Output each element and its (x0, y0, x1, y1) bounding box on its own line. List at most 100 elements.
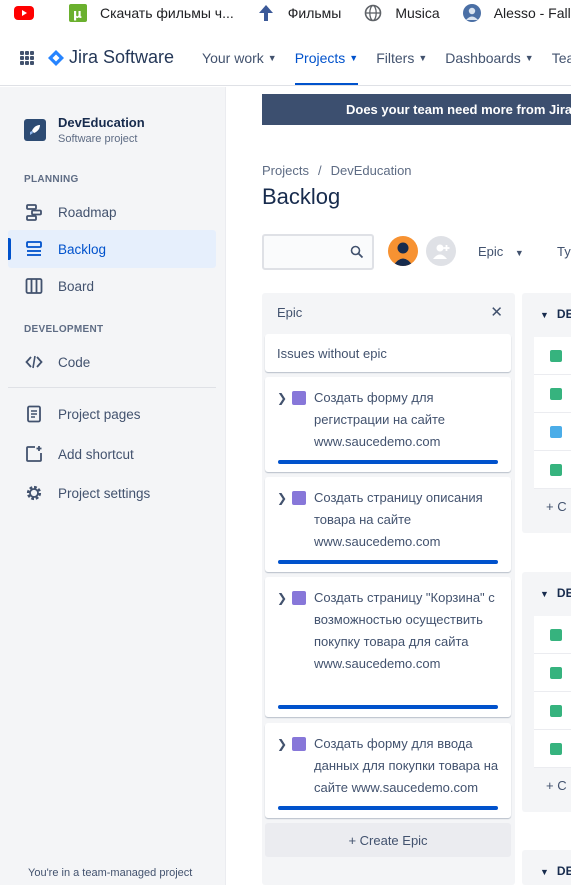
epic-progress-bar (278, 560, 498, 564)
bookmark-musica[interactable]: Musica (363, 3, 440, 23)
issue-row[interactable] (534, 730, 571, 768)
type-filter-dropdown[interactable]: Ty (557, 244, 571, 259)
epic-panel-title: Epic (277, 305, 303, 320)
utorrent-icon: µ (68, 3, 88, 23)
app-switcher-icon[interactable] (20, 50, 34, 65)
sprint-header[interactable]: ▼ DE (540, 864, 571, 878)
sidebar-item-label: Code (58, 354, 91, 370)
arrow-up-icon (256, 3, 276, 23)
epic-card[interactable]: ❯ Создать страницу описания товара на са… (265, 477, 511, 572)
epic-color-icon (292, 737, 306, 751)
chevron-down-icon: ▼ (540, 589, 549, 599)
sidebar-item-label: Project settings (58, 485, 151, 501)
search-input[interactable] (262, 234, 374, 270)
epic-progress-bar (278, 806, 498, 810)
epic-color-icon (292, 391, 306, 405)
globe-icon (363, 3, 383, 23)
issue-row[interactable] (534, 337, 571, 375)
add-shortcut-icon (24, 444, 44, 464)
svg-text:µ: µ (73, 7, 82, 21)
chevron-down-icon: ▼ (514, 248, 524, 258)
issue-row[interactable] (534, 451, 571, 489)
chevron-right-icon[interactable]: ❯ (277, 491, 287, 505)
user-avatar-icon (393, 242, 413, 266)
project-header[interactable]: DevEducation Software project (24, 115, 145, 145)
sidebar-item-label: Add shortcut (58, 446, 134, 462)
breadcrumb-project[interactable]: DevEducation (331, 163, 412, 178)
bookmark-films[interactable]: Фильмы (256, 3, 341, 23)
issue-row[interactable] (534, 616, 571, 654)
chevron-right-icon[interactable]: ❯ (277, 591, 287, 605)
bookmark-label: Musica (395, 5, 440, 21)
epic-filter-label: Epic (478, 244, 504, 259)
nav-your-work[interactable]: Your work ▼ (202, 30, 277, 85)
top-navigation: Jira Software Your work ▼ Projects ▼ Filte… (0, 30, 571, 86)
chevron-down-icon: ▼ (418, 52, 428, 63)
story-icon (550, 667, 562, 679)
page-icon (24, 404, 44, 424)
nav-label: Dashboards (445, 49, 521, 66)
code-icon (24, 352, 44, 372)
epic-filter-dropdown[interactable]: Epic ▼ (478, 244, 524, 259)
chevron-down-icon: ▼ (349, 52, 359, 63)
chevron-down-icon: ▼ (524, 52, 534, 63)
upgrade-banner[interactable]: Does your team need more from Jira? (262, 94, 571, 125)
story-icon (550, 388, 562, 400)
breadcrumb: Projects / DevEducation (262, 163, 412, 178)
project-type: Software project (58, 133, 138, 145)
nav-label: Teams (551, 49, 571, 66)
close-icon[interactable]: ✕ (490, 303, 503, 321)
create-issue-button[interactable]: + C (546, 499, 567, 514)
issues-without-epic[interactable]: Issues without epic (265, 334, 511, 372)
chevron-right-icon[interactable]: ❯ (277, 737, 287, 751)
nav-dashboards[interactable]: Dashboards ▼ (445, 30, 534, 85)
jira-logo[interactable]: Jira Software (48, 47, 174, 68)
epic-title: Создать форму для ввода данных для покуп… (314, 736, 499, 795)
task-icon (550, 426, 562, 438)
add-people-button[interactable] (426, 236, 456, 266)
sprint-header[interactable]: ▼ DE (540, 307, 571, 321)
sidebar-item-roadmap[interactable]: Roadmap (8, 193, 216, 231)
nav-projects[interactable]: Projects ▼ (294, 30, 359, 85)
sprint-title: DE (556, 864, 571, 878)
project-name: DevEducation (58, 115, 145, 130)
sidebar-item-backlog[interactable]: Backlog (8, 230, 216, 268)
bookmarks-bar: µ Скачать фильмы ч... Фильмы Musica Ales… (0, 0, 571, 26)
chevron-right-icon[interactable]: ❯ (277, 391, 287, 405)
nav-label: Projects (294, 49, 346, 66)
sprint-title: DE (556, 586, 571, 600)
add-user-icon (433, 244, 450, 259)
jira-logo-text: Jira Software (69, 47, 175, 67)
breadcrumb-projects[interactable]: Projects (262, 163, 309, 178)
issue-row[interactable] (534, 692, 571, 730)
sprint-header[interactable]: ▼ DE (540, 586, 571, 600)
bookmark-label: Alesso - Fallin (493, 5, 571, 21)
avatar[interactable] (388, 236, 418, 266)
epic-panel: Epic ✕ Issues without epic ❯ Создать фор… (262, 293, 515, 885)
epic-card[interactable]: ❯ Создать форму для регистрации на сайте… (265, 377, 511, 472)
sidebar-item-add-shortcut[interactable]: Add shortcut (8, 435, 216, 473)
sidebar-item-code[interactable]: Code (8, 343, 216, 381)
sidebar-item-project-settings[interactable]: Project settings (8, 474, 216, 512)
epic-title: Создать страницу описания товара на сайт… (314, 490, 483, 549)
create-issue-button[interactable]: + C (546, 778, 567, 793)
avatar-icon (462, 3, 482, 23)
sidebar-item-board[interactable]: Board (8, 267, 216, 305)
epic-card[interactable]: ❯ Создать страницу "Корзина" с возможнос… (265, 577, 511, 717)
nav-teams[interactable]: Teams (551, 30, 571, 85)
create-epic-button[interactable]: + Create Epic (265, 823, 511, 857)
sidebar-item-project-pages[interactable]: Project pages (8, 395, 216, 433)
issue-row[interactable] (534, 375, 571, 413)
epic-title: Создать страницу "Корзина" с возможность… (314, 590, 495, 671)
breadcrumb-separator: / (317, 163, 322, 178)
issue-row[interactable] (534, 413, 571, 451)
issues-without-epic-label: Issues without epic (277, 346, 387, 361)
issue-row[interactable] (534, 654, 571, 692)
rocket-icon (24, 119, 46, 141)
epic-color-icon (292, 591, 306, 605)
nav-filters[interactable]: Filters ▼ (376, 30, 428, 85)
bookmark-alesso[interactable]: Alesso - Fallin (462, 3, 571, 23)
bookmark-torrent[interactable]: µ Скачать фильмы ч... (68, 3, 234, 23)
bookmark-youtube[interactable] (14, 3, 46, 23)
epic-card[interactable]: ❯ Создать форму для ввода данных для пок… (265, 723, 511, 818)
